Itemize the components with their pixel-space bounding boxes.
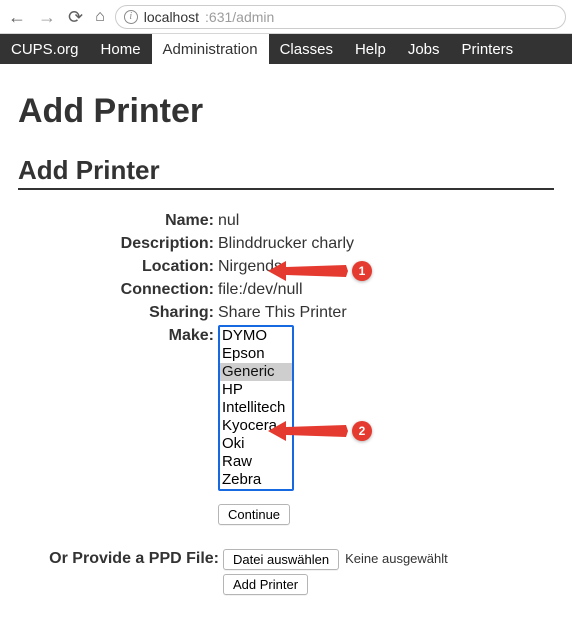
nav-cups-org[interactable]: CUPS.org	[0, 34, 90, 64]
cups-navbar: CUPS.org Home Administration Classes Hel…	[0, 34, 572, 64]
url-host: localhost	[144, 9, 199, 25]
value-description: Blinddrucker charly	[218, 233, 354, 255]
callout-arrow-1	[268, 259, 348, 283]
forward-button[interactable]: →	[36, 8, 58, 26]
nav-printers[interactable]: Printers	[451, 34, 525, 64]
row-make: Make: DYMOEpsonGenericHPIntellitechKyoce…	[18, 325, 554, 494]
url-path: :631/admin	[205, 9, 274, 25]
section-title: Add Printer	[18, 155, 554, 190]
add-printer-form: Name: nul Description: Blinddrucker char…	[18, 210, 554, 526]
label-location: Location:	[18, 256, 218, 278]
nav-help[interactable]: Help	[344, 34, 397, 64]
page-content: Add Printer Add Printer Name: nul Descri…	[0, 64, 572, 617]
row-name: Name: nul	[18, 210, 554, 232]
label-ppd: Or Provide a PPD File:	[18, 548, 223, 570]
row-description: Description: Blinddrucker charly	[18, 233, 554, 255]
nav-jobs[interactable]: Jobs	[397, 34, 451, 64]
make-select[interactable]: DYMOEpsonGenericHPIntellitechKyoceraOkiR…	[218, 325, 294, 491]
callout-arrow-2	[268, 419, 348, 443]
continue-button[interactable]: Continue	[218, 504, 290, 525]
file-chosen-text: Keine ausgewählt	[345, 548, 448, 570]
page-title: Add Printer	[18, 92, 554, 131]
label-connection: Connection:	[18, 279, 218, 301]
value-name: nul	[218, 210, 239, 232]
row-add-printer: Add Printer	[18, 574, 554, 596]
callout-badge-1: 1	[352, 261, 372, 281]
ppd-section: Or Provide a PPD File: Datei auswählen K…	[18, 548, 554, 596]
site-info-icon[interactable]: i	[124, 10, 138, 24]
nav-classes[interactable]: Classes	[269, 34, 344, 64]
home-button[interactable]: ⌂	[93, 9, 107, 25]
value-sharing: Share This Printer	[218, 302, 347, 324]
back-button[interactable]: ←	[6, 8, 28, 26]
address-bar[interactable]: i localhost :631/admin	[115, 5, 566, 29]
label-name: Name:	[18, 210, 218, 232]
row-continue: Continue	[18, 504, 554, 526]
label-sharing: Sharing:	[18, 302, 218, 324]
add-printer-button[interactable]: Add Printer	[223, 574, 308, 595]
row-ppd: Or Provide a PPD File: Datei auswählen K…	[18, 548, 554, 570]
nav-administration[interactable]: Administration	[152, 34, 269, 64]
nav-home[interactable]: Home	[90, 34, 152, 64]
label-make: Make:	[18, 325, 218, 347]
callout-badge-2: 2	[352, 421, 372, 441]
label-description: Description:	[18, 233, 218, 255]
choose-file-button[interactable]: Datei auswählen	[223, 549, 339, 570]
reload-button[interactable]: ⟳	[66, 8, 85, 26]
browser-toolbar: ← → ⟳ ⌂ i localhost :631/admin	[0, 0, 572, 34]
row-sharing: Sharing: Share This Printer	[18, 302, 554, 324]
